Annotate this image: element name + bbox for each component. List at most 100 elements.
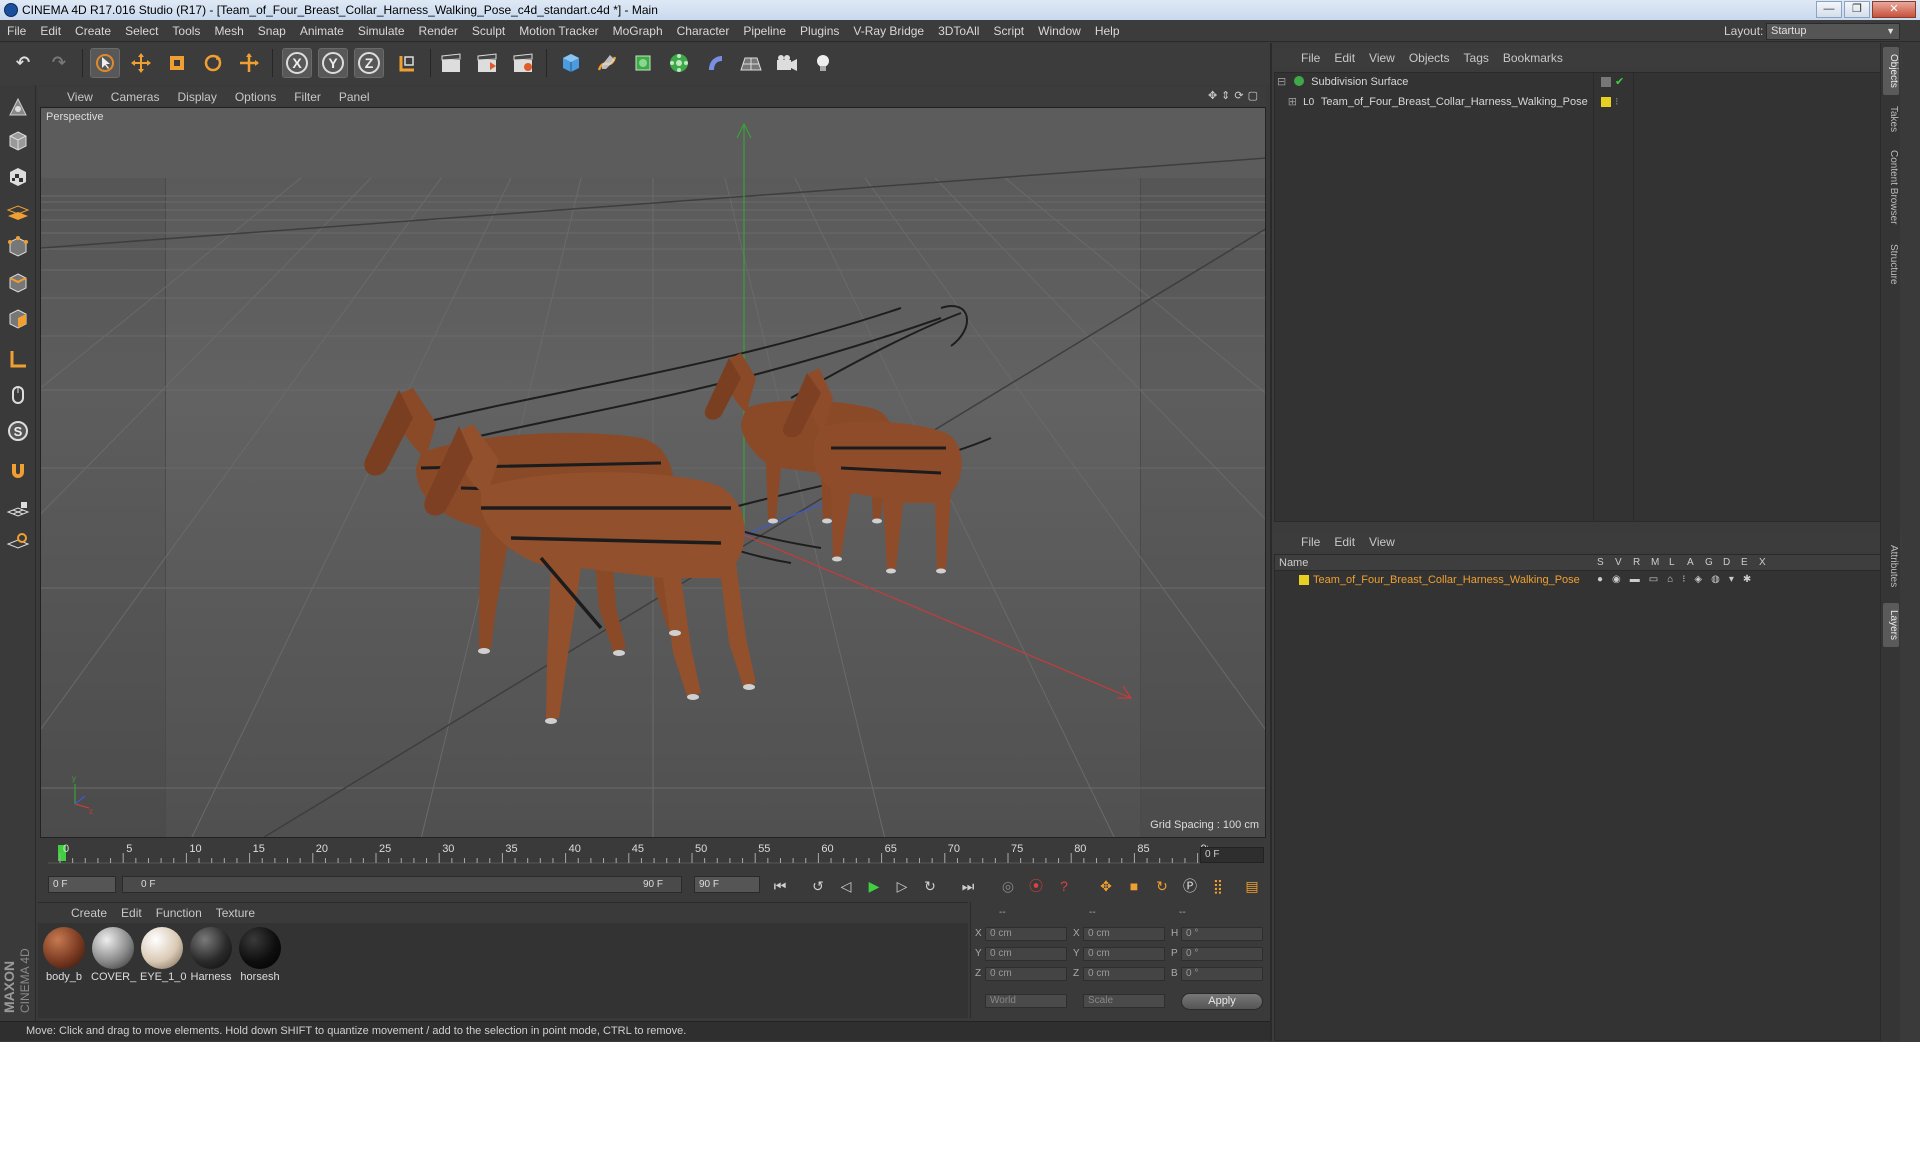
magnet-button[interactable]: [3, 456, 33, 486]
material-item[interactable]: COVER_: [91, 927, 136, 987]
menu-animate[interactable]: Animate: [293, 20, 351, 42]
minimize-button[interactable]: —: [1816, 1, 1842, 18]
layer-row[interactable]: Team_of_Four_Breast_Collar_Harness_Walki…: [1275, 572, 1899, 588]
tab-layers[interactable]: Layers: [1883, 603, 1899, 647]
current-frame-field[interactable]: 0 F: [1200, 847, 1264, 863]
snap-button[interactable]: S: [3, 416, 33, 446]
undo-button[interactable]: ↶: [8, 48, 38, 78]
expand-icon[interactable]: ⊞: [1277, 93, 1297, 111]
column-x[interactable]: X: [1759, 555, 1766, 571]
scale-tool-button[interactable]: [162, 48, 192, 78]
floor-button[interactable]: [736, 48, 766, 78]
objects-menu-bookmarks[interactable]: Bookmarks: [1496, 51, 1570, 65]
cloner-button[interactable]: [664, 48, 694, 78]
layers-menu-view[interactable]: View: [1362, 535, 1402, 549]
rotation-p-field[interactable]: 0 °: [1181, 947, 1263, 961]
polygons-mode-button[interactable]: [3, 304, 33, 334]
tab-structure[interactable]: Structure: [1883, 237, 1899, 291]
tab-content-browser[interactable]: Content Browser: [1883, 143, 1899, 231]
edges-mode-button[interactable]: [3, 268, 33, 298]
autokey-button[interactable]: ?: [1052, 874, 1076, 898]
objects-menu-edit[interactable]: Edit: [1327, 51, 1362, 65]
previous-keyframe-button[interactable]: ↺: [806, 874, 830, 898]
tab-takes[interactable]: Takes: [1883, 99, 1899, 139]
transform-tool-button[interactable]: [234, 48, 264, 78]
menu-render[interactable]: Render: [412, 20, 465, 42]
name-column-header[interactable]: Name: [1279, 557, 1308, 569]
subdivision-surface-button[interactable]: [628, 48, 658, 78]
rotation-b-field[interactable]: 0 °: [1181, 967, 1263, 981]
objects-menu-tags[interactable]: Tags: [1457, 51, 1496, 65]
axis-z-lock-button[interactable]: Z: [354, 48, 384, 78]
light-button[interactable]: [808, 48, 838, 78]
viewport-menu-panel[interactable]: Panel: [330, 90, 379, 104]
tab-objects[interactable]: Objects: [1883, 47, 1899, 95]
record-keys-off-button[interactable]: ◎: [996, 874, 1020, 898]
spline-pen-button[interactable]: [592, 48, 622, 78]
frame-range-slider[interactable]: 0 F 90 F: [122, 876, 682, 893]
size-y-field[interactable]: 0 cm: [1083, 947, 1165, 961]
column-r[interactable]: R: [1633, 555, 1640, 571]
material-item[interactable]: body_b: [42, 927, 86, 987]
next-keyframe-button[interactable]: ↻: [918, 874, 942, 898]
play-button[interactable]: ▶: [862, 874, 886, 898]
pan-view-icon[interactable]: ✥: [1208, 89, 1217, 102]
material-menu-function[interactable]: Function: [149, 906, 209, 920]
menu-vray-bridge[interactable]: V-Ray Bridge: [846, 20, 931, 42]
menu-character[interactable]: Character: [670, 20, 737, 42]
rotate-tool-button[interactable]: [198, 48, 228, 78]
object-row-subdivision[interactable]: ⊟ Subdivision Surface ✔: [1277, 73, 1887, 91]
key-position-button[interactable]: ✥: [1094, 874, 1118, 898]
layers-menu-file[interactable]: File: [1294, 535, 1327, 549]
render-view-button[interactable]: [436, 48, 466, 78]
viewport-camera-label[interactable]: Perspective: [46, 111, 103, 123]
planar-workplane-button[interactable]: [3, 526, 33, 556]
camera-button[interactable]: [772, 48, 802, 78]
menu-create[interactable]: Create: [68, 20, 118, 42]
render-picture-viewer-button[interactable]: [472, 48, 502, 78]
previous-frame-button[interactable]: ◁: [834, 874, 858, 898]
objects-menu-objects[interactable]: Objects: [1402, 51, 1457, 65]
menu-3dtoall[interactable]: 3DToAll: [931, 20, 986, 42]
viewport-menu-cameras[interactable]: Cameras: [102, 90, 169, 104]
texture-mode-button[interactable]: [3, 162, 33, 192]
select-tool-button[interactable]: [90, 48, 120, 78]
axis-x-lock-button[interactable]: X: [282, 48, 312, 78]
material-item[interactable]: horsesh: [238, 927, 282, 987]
material-menu-edit[interactable]: Edit: [114, 906, 149, 920]
layer-color-swatch[interactable]: [1601, 97, 1611, 107]
go-to-end-button[interactable]: ⏭: [956, 874, 980, 898]
menu-select[interactable]: Select: [118, 20, 165, 42]
menu-snap[interactable]: Snap: [251, 20, 293, 42]
menu-mograph[interactable]: MoGraph: [606, 20, 670, 42]
visibility-dots-icon[interactable]: ⁝: [1615, 93, 1619, 111]
viewport-menu-view[interactable]: View: [58, 90, 102, 104]
column-g[interactable]: G: [1705, 555, 1713, 571]
start-frame-field[interactable]: 0 F: [48, 876, 116, 893]
position-z-field[interactable]: 0 cm: [985, 967, 1067, 981]
model-mode-button[interactable]: [3, 126, 33, 156]
menu-sculpt[interactable]: Sculpt: [465, 20, 512, 42]
position-y-field[interactable]: 0 cm: [985, 947, 1067, 961]
column-m[interactable]: M: [1651, 555, 1659, 571]
viewport-menu-display[interactable]: Display: [168, 90, 225, 104]
column-s[interactable]: S: [1597, 555, 1604, 571]
objects-menu-view[interactable]: View: [1362, 51, 1402, 65]
menu-help[interactable]: Help: [1088, 20, 1127, 42]
column-a[interactable]: A: [1687, 555, 1694, 571]
menu-window[interactable]: Window: [1031, 20, 1088, 42]
key-rotation-button[interactable]: ↻: [1150, 874, 1174, 898]
points-mode-button[interactable]: [3, 232, 33, 262]
menu-tools[interactable]: Tools: [165, 20, 207, 42]
object-row-team[interactable]: ⊞ L0 Team_of_Four_Breast_Collar_Harness_…: [1277, 93, 1887, 111]
axis-y-lock-button[interactable]: Y: [318, 48, 348, 78]
coordinate-mode-select[interactable]: World: [985, 994, 1067, 1008]
objects-menu-file[interactable]: File: [1294, 51, 1327, 65]
column-e[interactable]: E: [1741, 555, 1748, 571]
viewport-menu-options[interactable]: Options: [226, 90, 285, 104]
key-parameter-button[interactable]: Ⓟ: [1178, 874, 1202, 898]
menu-pipeline[interactable]: Pipeline: [736, 20, 793, 42]
column-d[interactable]: D: [1723, 555, 1730, 571]
size-z-field[interactable]: 0 cm: [1083, 967, 1165, 981]
dolly-view-icon[interactable]: ⇕: [1221, 89, 1230, 102]
